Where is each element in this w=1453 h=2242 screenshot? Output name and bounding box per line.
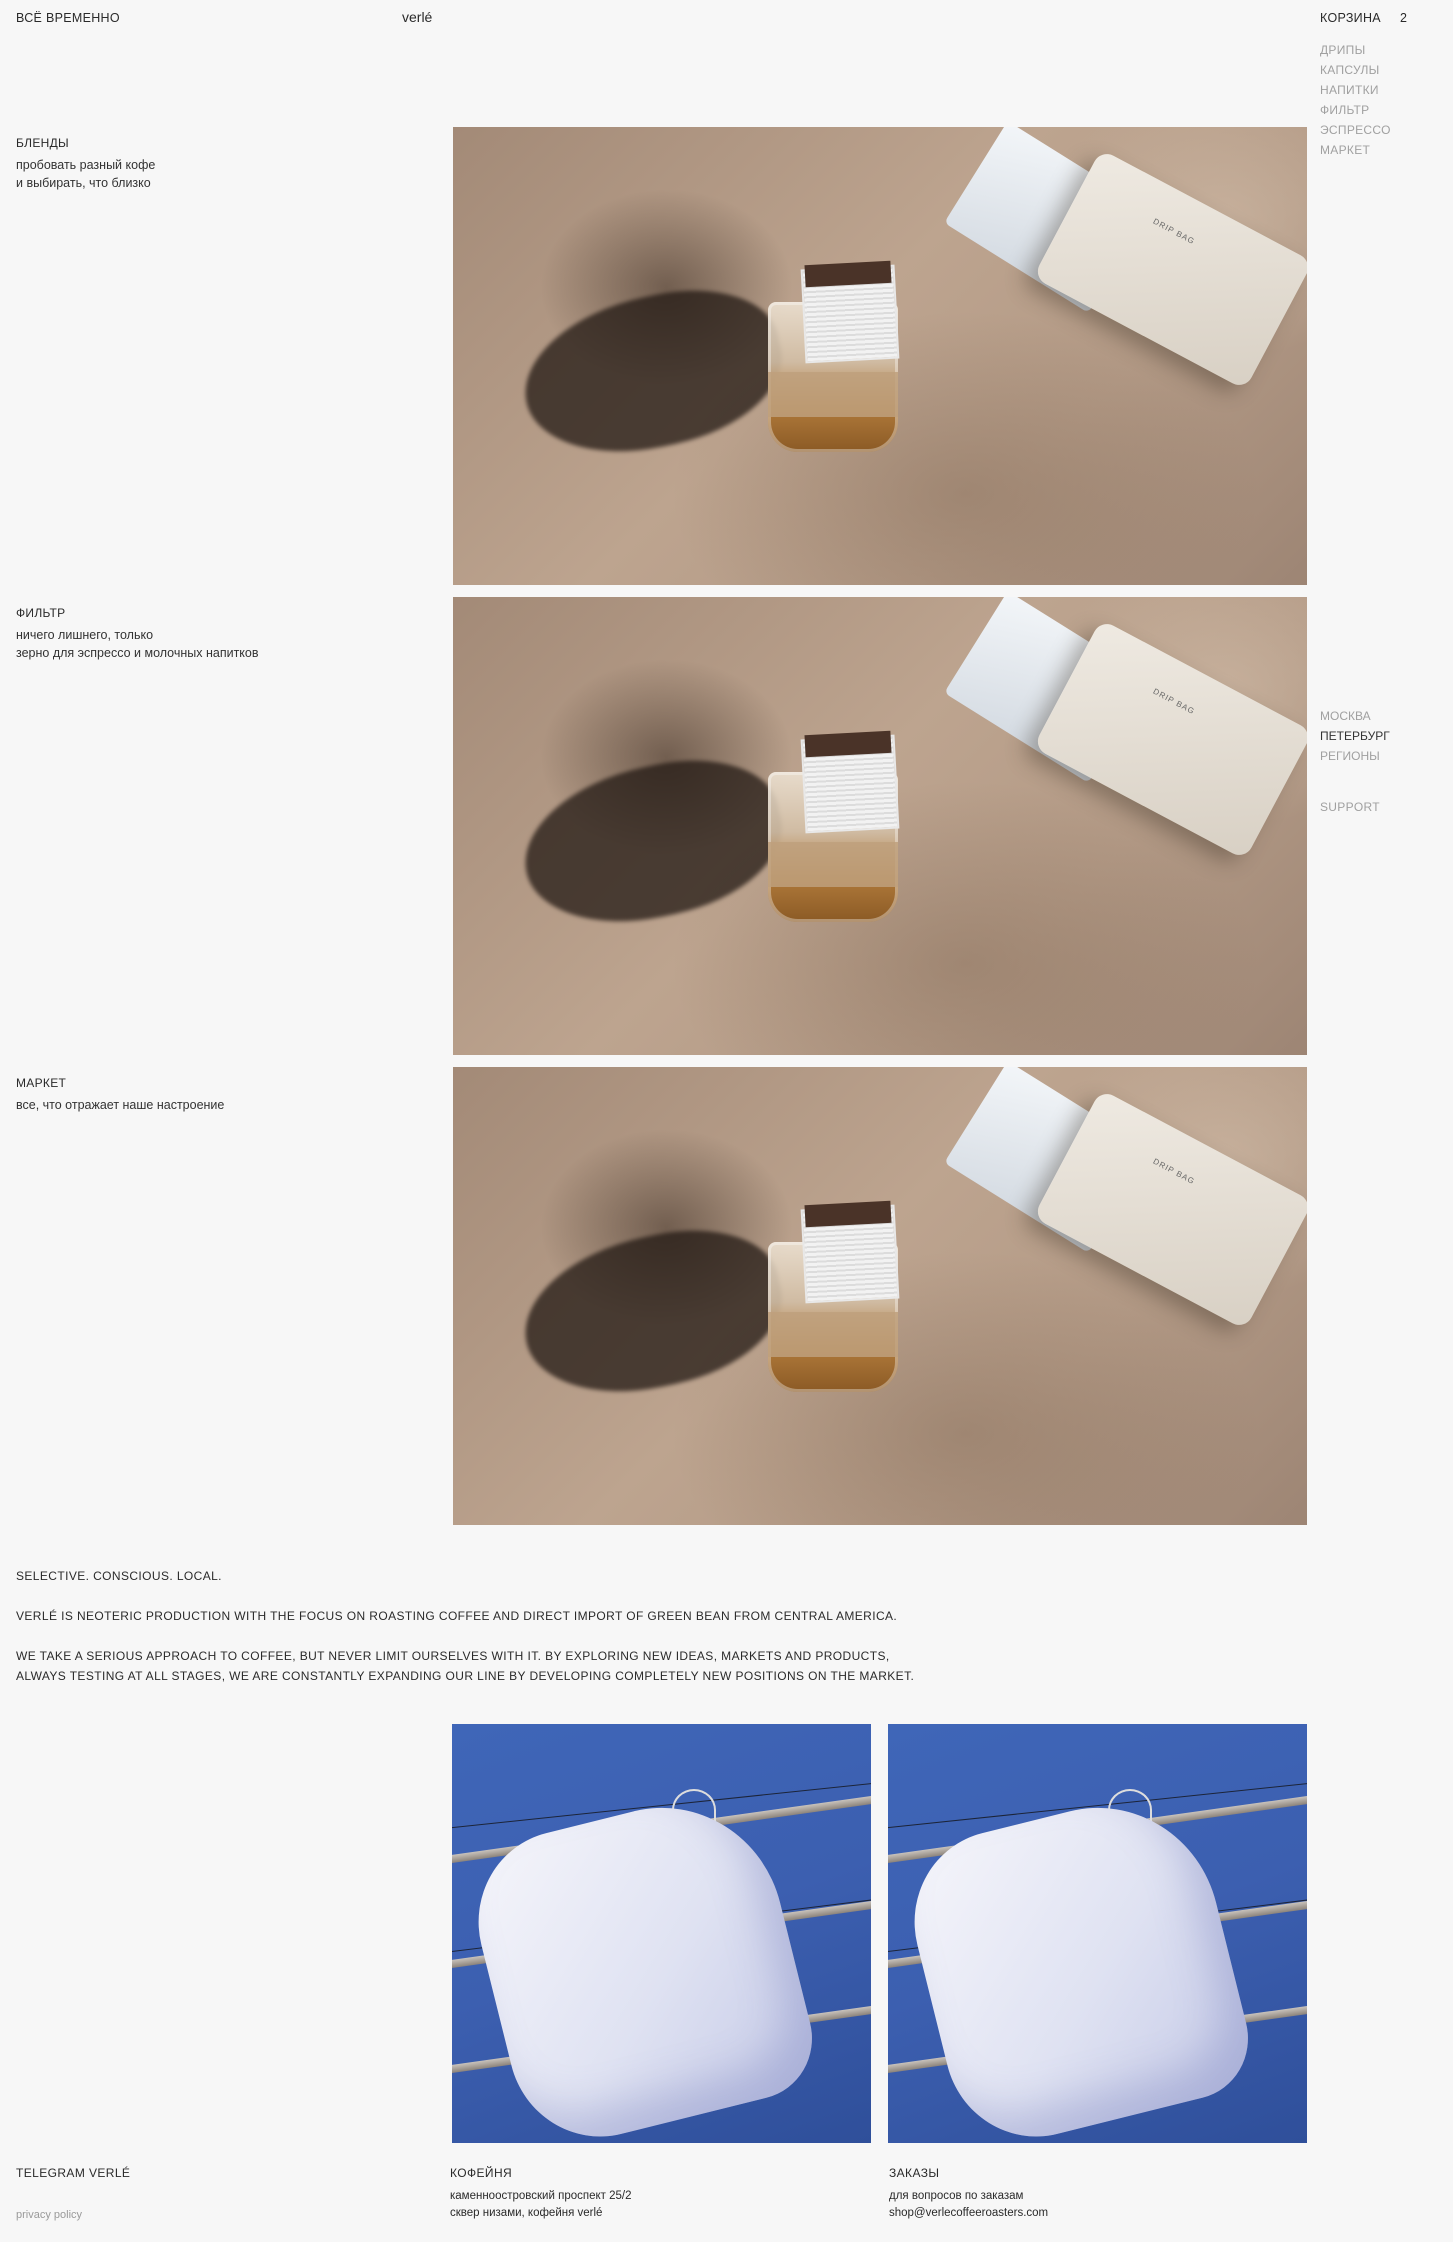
section-desc-line: все, что отражает наше настроение xyxy=(16,1098,225,1112)
white-tshirt xyxy=(894,1782,1262,2143)
orders-title: ЗАКАЗЫ xyxy=(889,2166,940,2180)
cup-shadow xyxy=(510,1211,796,1413)
city-item-moscow[interactable]: МОСКВА xyxy=(1320,706,1390,726)
section-desc-line: и выбирать, что близко xyxy=(16,176,151,190)
cart-link[interactable]: КОРЗИНА xyxy=(1320,9,1381,27)
section-description: ничего лишнего, только зерно для эспресс… xyxy=(16,626,436,662)
section-title[interactable]: ФИЛЬТР xyxy=(16,604,436,622)
section-blends-image[interactable]: DRIP BAG xyxy=(453,127,1307,585)
sky-photo xyxy=(888,1724,1307,2143)
sky-photo xyxy=(452,1724,871,2143)
cup-shadow xyxy=(510,741,796,943)
section-desc-line: ничего лишнего, только xyxy=(16,628,154,642)
city-item-petersburg[interactable]: ПЕТЕРБУРГ xyxy=(1320,726,1390,746)
about-paragraph-2-line-1: WE TAKE A SERIOUS APPROACH TO COFFEE, BU… xyxy=(16,1649,890,1663)
section-description: пробовать разный кофе и выбирать, что бл… xyxy=(16,156,436,192)
nav-item-filter[interactable]: ФИЛЬТР xyxy=(1320,100,1391,120)
nav-item-market[interactable]: МАРКЕТ xyxy=(1320,140,1391,160)
orders-email-link[interactable]: shop@verlecoffeeroasters.com xyxy=(889,2205,1048,2222)
cup-sleeve xyxy=(768,842,898,887)
bag-label: DRIP BAG xyxy=(1151,1156,1197,1187)
category-nav: ДРИПЫ КАПСУЛЫ НАПИТКИ ФИЛЬТР ЭСПРЕССО МА… xyxy=(1320,40,1391,160)
privacy-policy-link[interactable]: privacy policy xyxy=(16,2206,82,2224)
cafe-address: каменноостровский проспект 25/2 xyxy=(450,2190,632,2202)
cafe-image[interactable] xyxy=(452,1724,871,2143)
section-filter-image[interactable]: DRIP BAG xyxy=(453,597,1307,1055)
nav-item-capsules[interactable]: КАПСУЛЫ xyxy=(1320,60,1391,80)
telegram-link[interactable]: TELEGRAM VERLÉ xyxy=(16,2164,130,2182)
nav-item-drips[interactable]: ДРИПЫ xyxy=(1320,40,1391,60)
all-temporary-link[interactable]: ВСЁ ВРЕМЕННО xyxy=(16,9,120,27)
city-item-regions[interactable]: РЕГИОНЫ xyxy=(1320,746,1390,766)
about-paragraph-2-line-2: ALWAYS TESTING AT ALL STAGES, WE ARE CON… xyxy=(16,1669,915,1683)
cup-sleeve xyxy=(768,372,898,417)
orders-image[interactable] xyxy=(888,1724,1307,2143)
section-filter-text: ФИЛЬТР ничего лишнего, только зерно для … xyxy=(16,604,436,662)
bag-label: DRIP BAG xyxy=(1151,216,1197,247)
section-desc-line: пробовать разный кофе xyxy=(16,158,156,172)
coffee-grounds xyxy=(804,730,892,758)
section-description: все, что отражает наше настроение xyxy=(16,1096,436,1114)
city-selector: МОСКВА ПЕТЕРБУРГ РЕГИОНЫ xyxy=(1320,706,1390,766)
coffee-grounds xyxy=(804,1200,892,1228)
sand-photo: DRIP BAG xyxy=(453,1067,1307,1525)
nav-item-drinks[interactable]: НАПИТКИ xyxy=(1320,80,1391,100)
section-blends-text: БЛЕНДЫ пробовать разный кофе и выбирать,… xyxy=(16,134,436,192)
section-market-image[interactable]: DRIP BAG xyxy=(453,1067,1307,1525)
section-market-text: МАРКЕТ все, что отражает наше настроение xyxy=(16,1074,436,1114)
section-title[interactable]: МАРКЕТ xyxy=(16,1074,436,1092)
cup-sleeve xyxy=(768,1312,898,1357)
bag-label: DRIP BAG xyxy=(1151,686,1197,717)
cart-count-badge: 2 xyxy=(1400,11,1407,25)
cafe-title: КОФЕЙНЯ xyxy=(450,2166,513,2180)
white-tshirt xyxy=(458,1782,826,2143)
section-title[interactable]: БЛЕНДЫ xyxy=(16,134,436,152)
about-paragraph-1: VERLÉ IS NEOTERIC PRODUCTION WITH THE FO… xyxy=(16,1609,898,1623)
about-tagline: SELECTIVE. CONSCIOUS. LOCAL. xyxy=(16,1569,222,1583)
sand-photo: DRIP BAG xyxy=(453,597,1307,1055)
cup-shadow xyxy=(510,271,796,473)
support-link[interactable]: SUPPORT xyxy=(1320,798,1380,816)
nav-item-espresso[interactable]: ЭСПРЕССО xyxy=(1320,120,1391,140)
cafe-location: сквер низами, кофейня verlé xyxy=(450,2207,603,2219)
footer-orders: ЗАКАЗЫ для вопросов по заказам shop@verl… xyxy=(889,2164,1048,2222)
section-desc-line: зерно для эспрессо и молочных напитков xyxy=(16,646,259,660)
sand-photo: DRIP BAG xyxy=(453,127,1307,585)
footer-cafe: КОФЕЙНЯ каменноостровский проспект 25/2 … xyxy=(450,2164,631,2222)
orders-note: для вопросов по заказам xyxy=(889,2190,1024,2202)
about-block: SELECTIVE. CONSCIOUS. LOCAL. VERLÉ IS NE… xyxy=(16,1567,1016,1707)
brand-logo[interactable]: verlé xyxy=(402,8,432,26)
coffee-grounds xyxy=(804,260,892,288)
